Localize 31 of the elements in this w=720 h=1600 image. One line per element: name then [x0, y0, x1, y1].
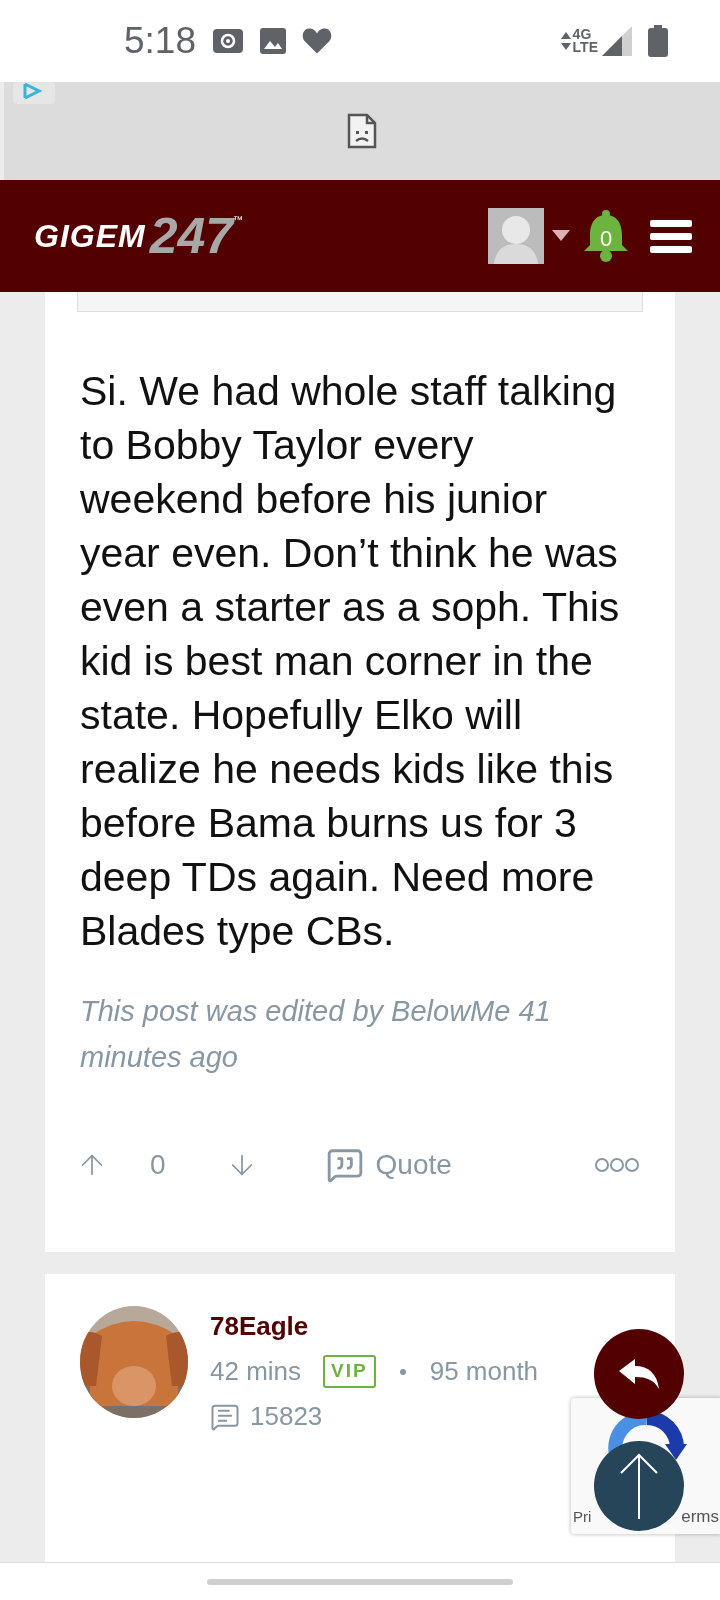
- post-time: 42 mins: [210, 1355, 302, 1388]
- heart-icon: [302, 27, 332, 55]
- image-icon: [260, 28, 286, 54]
- data-arrows-icon: [560, 32, 571, 50]
- status-time: 5:18: [124, 19, 196, 64]
- member-tenure: 95 month: [429, 1355, 539, 1388]
- menu-icon[interactable]: [650, 218, 692, 254]
- ad-choices-icon[interactable]: [13, 82, 55, 104]
- site-logo-word[interactable]: GIGEM: [34, 212, 146, 260]
- username[interactable]: 78Eagle: [210, 1310, 539, 1342]
- post-count: 15823: [250, 1400, 323, 1433]
- network-type: LTE: [572, 41, 598, 54]
- broken-image-icon: [347, 113, 377, 149]
- vip-badge: VIP: [323, 1355, 376, 1388]
- network-type: 4G: [572, 28, 593, 41]
- post-body: Si. We had whole staff talking to Bobby Taylor every weekend before his junior year even. Don’t think he was even a starter as a soph. This kid is best man corner in the state. Hopefully Elko will realize he needs kids like this before Bama burns us for 3 deep TDs again. Need more Blades type CBs.: [80, 367, 621, 956]
- vote-count: 0: [150, 1148, 166, 1182]
- edit-note: This post was edited by BelowMe 41 minutes ago: [80, 994, 552, 1075]
- reply-arrow-icon: [619, 1359, 659, 1389]
- arrow-up-icon: [619, 1453, 659, 1519]
- hotspot-icon: [212, 28, 244, 54]
- user-avatar-icon[interactable]: [488, 208, 544, 264]
- dropdown-caret-icon[interactable]: [552, 230, 570, 242]
- signal-icon: [602, 26, 632, 56]
- recaptcha-link[interactable]: erms: [681, 1504, 719, 1530]
- more-options-icon[interactable]: [594, 1157, 640, 1173]
- site-logo-number[interactable]: 247: [149, 212, 234, 260]
- recaptcha-link[interactable]: Pri: [573, 1506, 592, 1529]
- quote-icon: [325, 1146, 364, 1184]
- home-indicator[interactable]: [207, 1578, 513, 1585]
- battery-icon: [648, 25, 668, 57]
